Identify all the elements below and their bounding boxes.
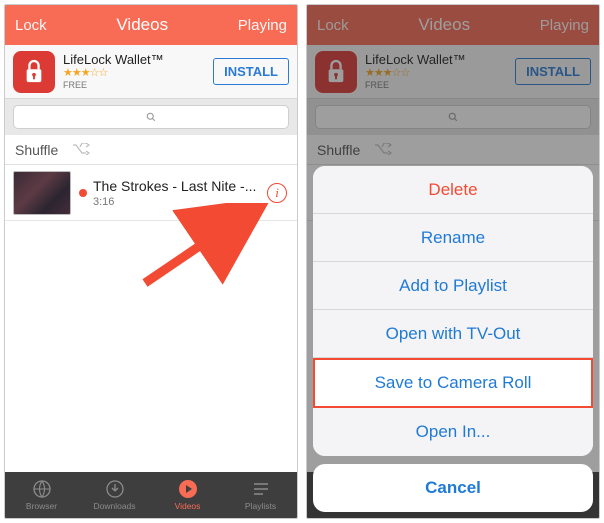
padlock-icon: [325, 59, 347, 85]
action-save-to-camera-roll[interactable]: Save to Camera Roll: [313, 358, 593, 408]
tab-videos[interactable]: Videos: [151, 472, 224, 518]
unread-dot-icon: [79, 189, 87, 197]
tab-label: Downloads: [93, 501, 135, 511]
screenshot-left: Lock Videos Playing LifeLock Wallet™ ★★★…: [4, 4, 298, 519]
video-row[interactable]: The Strokes - Last Nite -... 3:16 i: [5, 165, 297, 221]
tab-label: Browser: [26, 501, 57, 511]
shuffle-row[interactable]: Shuffle: [307, 135, 599, 165]
video-duration: 3:16: [93, 196, 267, 208]
screenshot-right: Lock Videos Playing LifeLock Wallet™ ★★★…: [306, 4, 600, 519]
padlock-icon: [23, 59, 45, 85]
play-icon: [178, 479, 198, 499]
nav-title: Videos: [116, 15, 168, 35]
nav-title: Videos: [418, 15, 470, 35]
search-icon: [145, 111, 157, 123]
action-open-tv-out[interactable]: Open with TV-Out: [313, 310, 593, 358]
shuffle-label: Shuffle: [15, 142, 58, 158]
ad-app-title: LifeLock Wallet™: [365, 52, 507, 68]
action-sheet-group: Delete Rename Add to Playlist Open with …: [313, 166, 593, 456]
shuffle-icon: [72, 142, 90, 158]
lifelock-app-icon: [315, 51, 357, 93]
shuffle-row[interactable]: Shuffle: [5, 135, 297, 165]
action-add-to-playlist[interactable]: Add to Playlist: [313, 262, 593, 310]
nav-playing-button[interactable]: Playing: [540, 17, 589, 34]
download-icon: [105, 479, 125, 499]
navbar: Lock Videos Playing: [307, 5, 599, 45]
ad-banner[interactable]: LifeLock Wallet™ ★★★☆☆ FREE INSTALL: [307, 45, 599, 99]
ad-price-label: FREE: [63, 80, 205, 91]
navbar: Lock Videos Playing: [5, 5, 297, 45]
action-open-in[interactable]: Open In...: [313, 408, 593, 456]
search-input[interactable]: [13, 105, 289, 129]
action-delete[interactable]: Delete: [313, 166, 593, 214]
video-list: The Strokes - Last Nite -... 3:16 i: [5, 165, 297, 472]
tab-label: Playlists: [245, 501, 276, 511]
playlist-icon: [251, 479, 271, 499]
shuffle-icon: [374, 142, 392, 158]
ad-meta: LifeLock Wallet™ ★★★☆☆ FREE: [365, 52, 507, 92]
tab-playlists[interactable]: Playlists: [224, 472, 297, 518]
nav-lock-button[interactable]: Lock: [15, 17, 47, 34]
globe-icon: [32, 479, 52, 499]
tab-label: Videos: [175, 501, 201, 511]
info-button[interactable]: i: [267, 183, 287, 203]
search-bar-wrap: [307, 99, 599, 135]
ad-rating-stars: ★★★☆☆: [63, 67, 205, 80]
nav-playing-button[interactable]: Playing: [238, 17, 287, 34]
ad-meta: LifeLock Wallet™ ★★★☆☆ FREE: [63, 52, 205, 92]
tab-bar: Browser Downloads Videos Playlists: [5, 472, 297, 518]
video-title: The Strokes - Last Nite -...: [93, 178, 267, 194]
install-button[interactable]: INSTALL: [515, 58, 591, 85]
ad-app-title: LifeLock Wallet™: [63, 52, 205, 68]
search-input[interactable]: [315, 105, 591, 129]
action-rename[interactable]: Rename: [313, 214, 593, 262]
action-cancel[interactable]: Cancel: [313, 464, 593, 512]
shuffle-label: Shuffle: [317, 142, 360, 158]
tab-downloads[interactable]: Downloads: [78, 472, 151, 518]
lifelock-app-icon: [13, 51, 55, 93]
ad-banner[interactable]: LifeLock Wallet™ ★★★☆☆ FREE INSTALL: [5, 45, 297, 99]
video-thumbnail: [13, 171, 71, 215]
tab-browser[interactable]: Browser: [5, 472, 78, 518]
search-icon: [447, 111, 459, 123]
install-button[interactable]: INSTALL: [213, 58, 289, 85]
action-sheet: Delete Rename Add to Playlist Open with …: [313, 166, 593, 512]
nav-lock-button[interactable]: Lock: [317, 17, 349, 34]
search-bar-wrap: [5, 99, 297, 135]
ad-rating-stars: ★★★☆☆: [365, 67, 507, 80]
ad-price-label: FREE: [365, 80, 507, 91]
